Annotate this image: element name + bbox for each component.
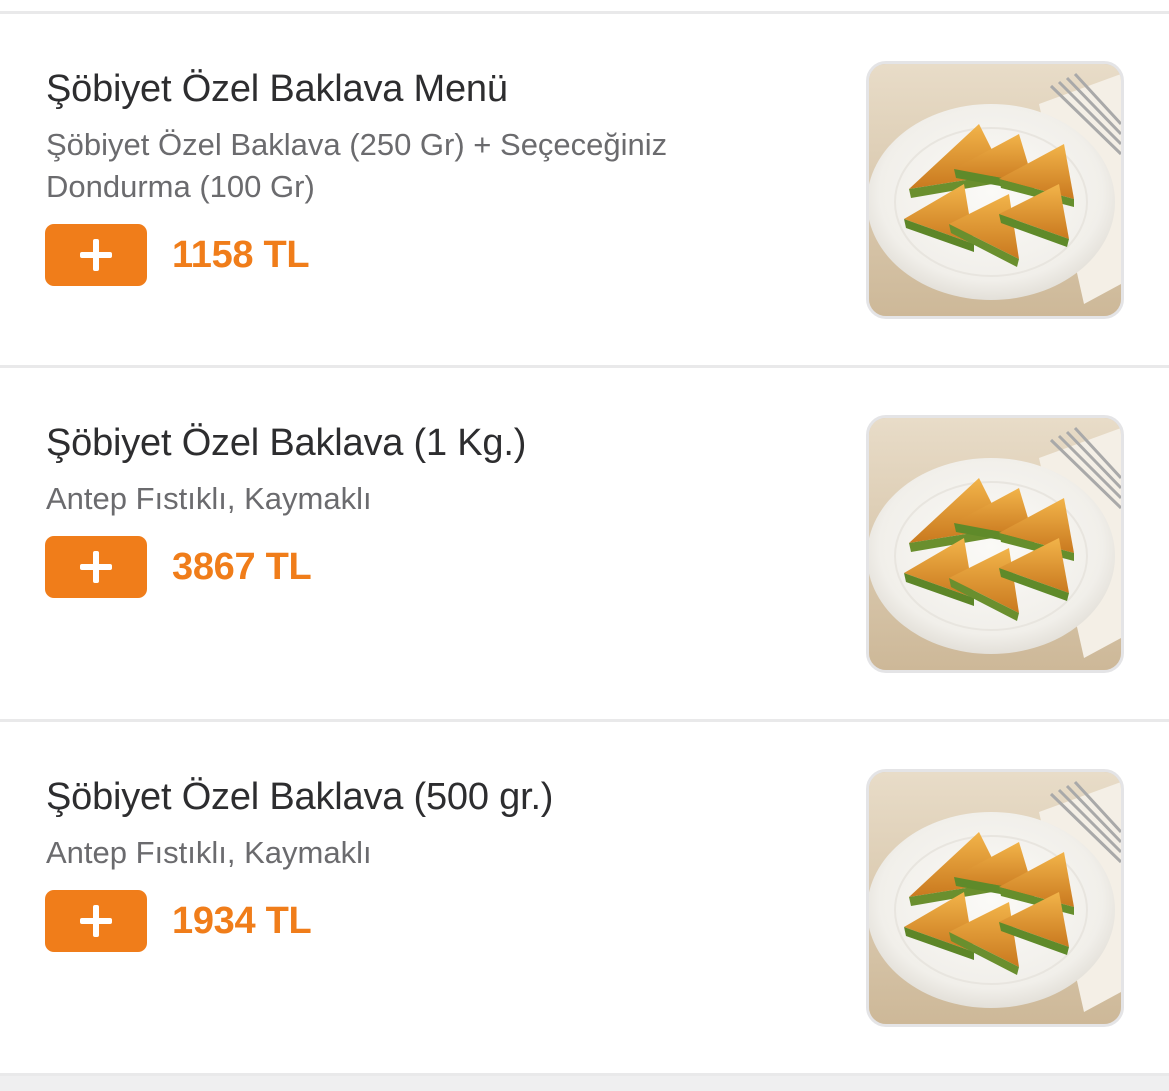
item-name: Şöbiyet Özel Baklava (500 gr.) (46, 776, 554, 818)
add-to-cart-button[interactable] (45, 536, 147, 598)
baklava-plate-image[interactable] (866, 61, 1124, 319)
baklava-photo-graphic (869, 418, 1121, 670)
menu-item[interactable]: Şöbiyet Özel Baklava (500 gr.) Antep Fıs… (0, 722, 1169, 1076)
item-price: 1934 TL (172, 900, 312, 942)
plus-icon (45, 890, 147, 952)
item-price: 3867 TL (172, 546, 312, 588)
plus-icon (45, 536, 147, 598)
item-description: Şöbiyet Özel Baklava (250 Gr) + Seçeceği… (46, 127, 668, 204)
menu-item-list: Şöbiyet Özel Baklava Menü Şöbiyet Özel B… (0, 14, 1169, 1076)
menu-item[interactable]: Şöbiyet Özel Baklava Menü Şöbiyet Özel B… (0, 14, 1169, 368)
baklava-photo-graphic (869, 772, 1121, 1024)
baklava-plate-image[interactable] (866, 415, 1124, 673)
baklava-photo-graphic (869, 64, 1121, 316)
bottom-section-divider (0, 1076, 1169, 1091)
add-to-cart-button[interactable] (45, 224, 147, 286)
baklava-plate-image[interactable] (866, 769, 1124, 1027)
add-to-cart-button[interactable] (45, 890, 147, 952)
plus-icon (45, 224, 147, 286)
top-divider (0, 0, 1169, 14)
item-description: Antep Fıstıklı, Kaymaklı (46, 481, 372, 516)
menu-item[interactable]: Şöbiyet Özel Baklava (1 Kg.) Antep Fıstı… (0, 368, 1169, 722)
item-price: 1158 TL (172, 234, 310, 276)
item-name: Şöbiyet Özel Baklava (1 Kg.) (46, 422, 527, 464)
item-description: Antep Fıstıklı, Kaymaklı (46, 835, 372, 870)
item-name: Şöbiyet Özel Baklava Menü (46, 68, 508, 110)
